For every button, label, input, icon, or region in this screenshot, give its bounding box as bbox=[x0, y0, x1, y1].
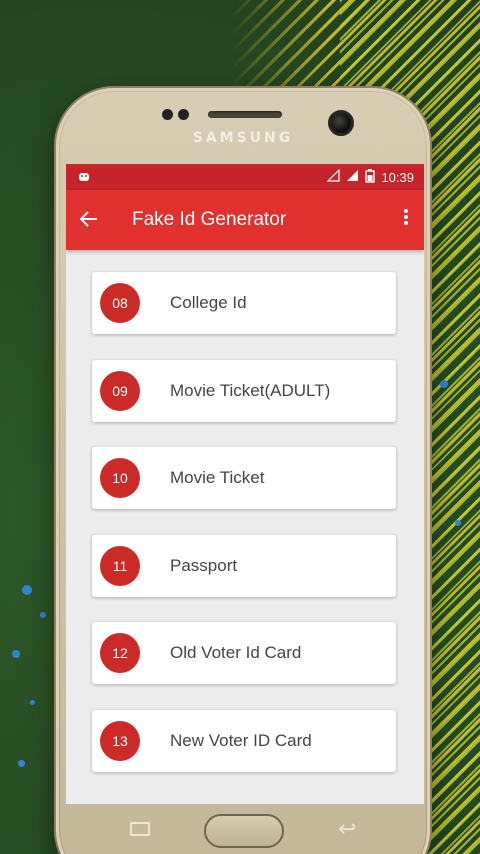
arrow-left-icon[interactable] bbox=[79, 209, 104, 231]
paint-splatter bbox=[40, 612, 46, 618]
paint-splatter bbox=[18, 760, 25, 767]
paint-splatter bbox=[30, 700, 35, 705]
battery-icon bbox=[365, 168, 376, 186]
more-vert-icon[interactable] bbox=[396, 208, 416, 232]
item-number-badge: 10 bbox=[100, 458, 140, 498]
item-label: Passport bbox=[170, 555, 238, 575]
hardware-keys: ↩ bbox=[60, 814, 426, 854]
list-item-old-voter-id[interactable]: 12 Old Voter Id Card bbox=[92, 622, 396, 684]
earpiece-speaker bbox=[208, 111, 282, 118]
brand-logo: SAMSUNG bbox=[192, 130, 294, 146]
item-label: Old Voter Id Card bbox=[170, 643, 302, 662]
paint-splatter bbox=[440, 380, 448, 388]
wifi-icon bbox=[327, 168, 341, 185]
item-number-badge: 11 bbox=[100, 545, 140, 586]
back-key-icon[interactable]: ↩ bbox=[338, 816, 356, 842]
status-bar: 10:39 bbox=[66, 164, 424, 190]
list-item-movie-ticket-adult[interactable]: 09 Movie Ticket(ADULT) bbox=[92, 359, 396, 422]
status-time: 10:39 bbox=[381, 169, 414, 185]
recent-apps-icon[interactable] bbox=[130, 822, 150, 836]
item-number-badge: 08 bbox=[100, 283, 140, 323]
item-label: College Id bbox=[170, 293, 247, 312]
list-item-new-voter-id[interactable]: 13 New Voter ID Card bbox=[92, 709, 396, 772]
home-button[interactable] bbox=[204, 814, 284, 848]
android-icon bbox=[78, 170, 90, 185]
phone-bezel: SAMSUNG 10:39 Fake Id Generator 08 Colle… bbox=[60, 92, 426, 854]
item-label: Movie Ticket(ADULT) bbox=[170, 380, 331, 400]
list-item-movie-ticket[interactable]: 10 Movie Ticket bbox=[92, 447, 396, 509]
item-number-badge: 09 bbox=[100, 370, 140, 411]
phone-frame: SAMSUNG 10:39 Fake Id Generator 08 Colle… bbox=[56, 88, 430, 854]
item-number-badge: 13 bbox=[100, 720, 140, 761]
page-title: Fake Id Generator bbox=[132, 209, 287, 230]
screen: 10:39 Fake Id Generator 08 College Id 09… bbox=[66, 164, 424, 804]
signal-icon bbox=[346, 169, 359, 185]
item-label: New Voter ID Card bbox=[170, 730, 312, 750]
item-number-badge: 12 bbox=[100, 633, 140, 673]
paint-splatter bbox=[22, 585, 32, 595]
list-item-passport[interactable]: 11 Passport bbox=[92, 534, 396, 597]
app-bar: Fake Id Generator bbox=[66, 190, 424, 250]
paint-splatter bbox=[12, 650, 20, 658]
item-label: Movie Ticket bbox=[170, 468, 265, 487]
sensor-dots bbox=[162, 109, 189, 120]
list-item-college-id[interactable]: 08 College Id bbox=[92, 272, 396, 334]
paint-splatter bbox=[455, 520, 461, 526]
id-type-list: 08 College Id 09 Movie Ticket(ADULT) 10 … bbox=[66, 250, 424, 772]
